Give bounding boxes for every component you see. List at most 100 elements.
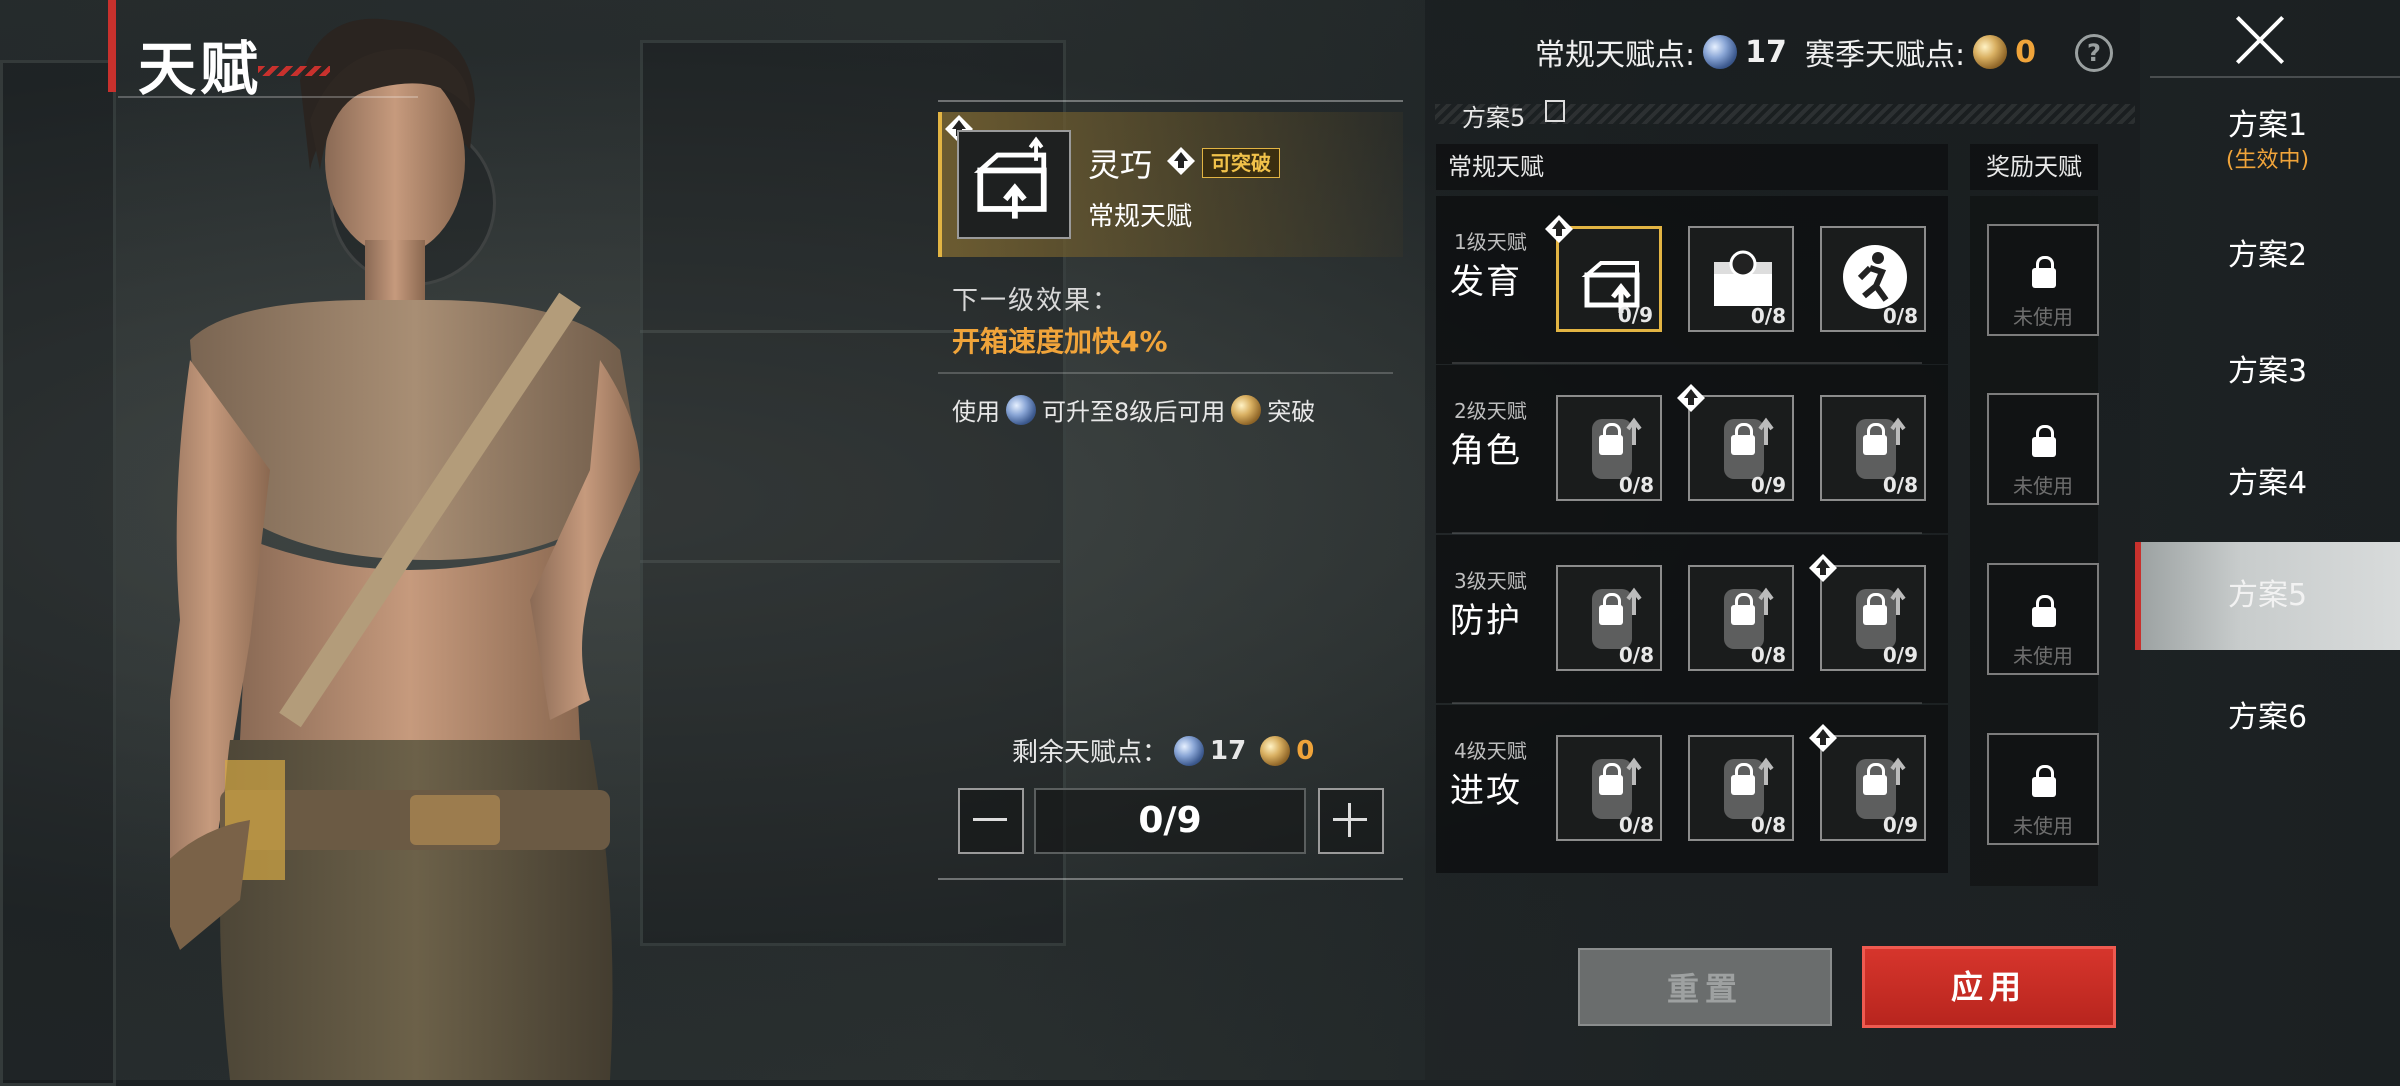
- reward-talent-slot[interactable]: 未使用: [1987, 393, 2099, 505]
- breakthrough-icon: [1677, 384, 1705, 412]
- season-point-coin-icon: [1973, 35, 2008, 69]
- tier-name: 进攻: [1450, 771, 1522, 811]
- tier-level-label: 1级天赋: [1454, 230, 1527, 254]
- next-effect-value: 开箱速度加快4%: [952, 325, 1168, 358]
- lock-icon: [1599, 423, 1623, 455]
- close-icon[interactable]: [2232, 12, 2288, 68]
- talent-slot[interactable]: 0/8: [1820, 226, 1926, 332]
- talent-count: 0/8: [1750, 304, 1786, 328]
- plan-tab[interactable]: 方案4: [2135, 430, 2400, 538]
- talent-level-value: 0/9: [1034, 788, 1306, 854]
- plan-tab[interactable]: 方案5: [2135, 542, 2400, 650]
- normal-points-display: 常规天赋点: 17: [1535, 30, 1787, 74]
- lock-icon: [1731, 593, 1755, 625]
- plan-label: 方案1: [2227, 108, 2308, 143]
- remaining-label: 剩余天赋点：: [1012, 738, 1169, 768]
- character-figure: [170, 18, 640, 1080]
- talent-slot[interactable]: 0/8: [1688, 226, 1794, 332]
- usage-suffix: 突破: [1267, 398, 1316, 426]
- apply-button[interactable]: 应用: [1862, 946, 2116, 1028]
- talent-count: 0/8: [1750, 643, 1786, 667]
- breakable-tag: 可突破: [1202, 148, 1280, 178]
- plan-label: 方案4: [2227, 466, 2308, 501]
- next-effect-label: 下一级效果：: [952, 286, 1121, 316]
- normal-point-coin-icon: [1703, 35, 1738, 69]
- talent-count: 0/9: [1750, 473, 1786, 497]
- tier-level-label: 2级天赋: [1454, 399, 1527, 423]
- season-points-label: 赛季天赋点:: [1805, 38, 1966, 73]
- detail-edge: [938, 112, 942, 257]
- lock-icon: [2032, 425, 2056, 457]
- remaining-season-value: 0: [1296, 735, 1315, 766]
- plan-label: 方案5: [2227, 578, 2308, 613]
- decrease-button[interactable]: [958, 788, 1024, 854]
- lock-icon: [2032, 595, 2056, 627]
- normal-point-coin-icon: [1006, 394, 1036, 425]
- season-point-coin-icon: [1231, 394, 1262, 425]
- lock-icon: [1863, 423, 1887, 455]
- talent-slot[interactable]: 0/8: [1556, 735, 1662, 841]
- usage-prefix: 使用: [952, 398, 1000, 426]
- reward-talent-slot[interactable]: 未使用: [1987, 563, 2099, 675]
- talent-category: 常规天赋: [1088, 202, 1193, 232]
- plan-tab[interactable]: 方案3: [2135, 318, 2400, 426]
- normal-points-label: 常规天赋点:: [1535, 38, 1696, 73]
- normal-point-coin-icon: [1174, 735, 1205, 766]
- lock-icon: [2032, 256, 2056, 288]
- reward-talent-slot[interactable]: 未使用: [1987, 733, 2099, 845]
- talent-count: 0/8: [1750, 813, 1786, 837]
- plan-label: 方案3: [2227, 354, 2308, 389]
- talent-count: 0/8: [1618, 813, 1654, 837]
- talent-slot[interactable]: 0/8: [1556, 565, 1662, 671]
- talent-count: 0/8: [1882, 304, 1918, 328]
- plan-label: 方案6: [2227, 700, 2308, 735]
- talent-slot[interactable]: 0/8: [1820, 395, 1926, 501]
- edit-icon[interactable]: [1545, 100, 1565, 122]
- unused-label: 未使用: [2013, 644, 2073, 668]
- tier-level-label: 4级天赋: [1454, 739, 1527, 763]
- unused-label: 未使用: [2013, 474, 2073, 498]
- lock-icon: [1731, 423, 1755, 455]
- breakthrough-icon: [1545, 215, 1573, 243]
- season-points-value: 0: [2015, 34, 2036, 70]
- tier-divider: [1452, 362, 1922, 364]
- lock-icon: [1599, 593, 1623, 625]
- remaining-points: 剩余天赋点： 17 0: [1012, 732, 1314, 769]
- normal-points-value: 17: [1745, 34, 1787, 70]
- title-stripes: [258, 66, 330, 76]
- current-plan-name: 方案5: [1462, 104, 1526, 132]
- plan-sidebar: 方案1 (生效中) 方案2 方案3 方案4 方案5 方案6: [2135, 80, 2400, 1080]
- reset-button[interactable]: 重置: [1578, 948, 1832, 1026]
- talent-name: 灵巧: [1088, 146, 1153, 184]
- talent-slot[interactable]: 0/8: [1688, 565, 1794, 671]
- title-underline: [118, 96, 418, 98]
- detail-bottom-rule: [938, 878, 1403, 880]
- talent-slot[interactable]: 0/8: [1556, 395, 1662, 501]
- help-icon[interactable]: ?: [2075, 34, 2113, 72]
- tier-divider: [1452, 702, 1922, 704]
- plan-tab[interactable]: 方案1 (生效中): [2135, 80, 2400, 188]
- increase-button[interactable]: [1318, 788, 1384, 854]
- plan-tab[interactable]: 方案2: [2135, 202, 2400, 310]
- title-accent-bar: [108, 0, 116, 92]
- tag-breakthrough-icon: [1167, 147, 1195, 175]
- usage-middle: 可升至8级后可用: [1042, 398, 1226, 426]
- plan-tab[interactable]: 方案6: [2135, 664, 2400, 772]
- plan-label: 方案2: [2227, 238, 2308, 273]
- breakthrough-icon: [1809, 724, 1837, 752]
- talent-slot[interactable]: 0/8: [1688, 735, 1794, 841]
- reward-talent-header: 奖励天赋: [1970, 144, 2098, 190]
- season-points-display: 赛季天赋点: 0: [1805, 30, 2036, 74]
- plan-active-status: (生效中): [2225, 148, 2310, 173]
- talent-count: 0/8: [1618, 473, 1654, 497]
- talent-count: 0/8: [1618, 643, 1654, 667]
- lock-icon: [1599, 763, 1623, 795]
- talent-count: 0/9: [1617, 303, 1653, 327]
- tier-divider: [1452, 532, 1922, 534]
- lock-icon: [2032, 765, 2056, 797]
- unused-label: 未使用: [2013, 814, 2073, 838]
- season-point-coin-icon: [1260, 735, 1291, 766]
- reward-talent-slot[interactable]: 未使用: [1987, 224, 2099, 336]
- tree-top-strip: [1435, 104, 2135, 124]
- tier-name: 角色: [1450, 431, 1522, 471]
